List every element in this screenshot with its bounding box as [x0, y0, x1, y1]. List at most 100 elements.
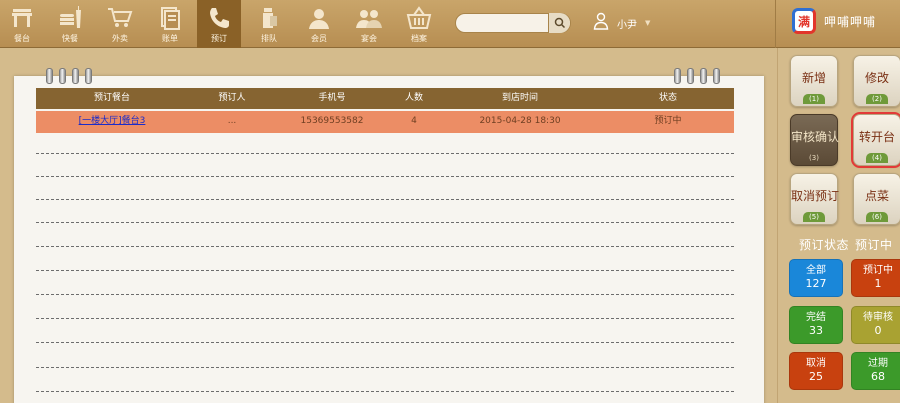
search-button[interactable]: [548, 13, 570, 33]
button-label: 新增: [801, 71, 826, 85]
current-status: 预订中: [855, 238, 893, 252]
chevron-down-icon: ▼: [645, 19, 651, 27]
notebook-rings-left: [46, 68, 92, 84]
table-icon: [8, 3, 36, 33]
ruled-line: [36, 270, 734, 271]
member-icon: [305, 3, 333, 33]
column-header[interactable]: 预订人: [218, 88, 245, 109]
search-input[interactable]: [462, 15, 548, 31]
nav-label: 宴会: [361, 34, 377, 43]
column-header[interactable]: 状态: [659, 88, 677, 109]
nav-label: 预订: [211, 34, 227, 43]
user-icon: [593, 12, 609, 34]
shortcut-badge: (4): [866, 153, 888, 163]
column-header[interactable]: 手机号: [318, 88, 345, 109]
ruled-line: [36, 367, 734, 368]
nav-label: 餐台: [14, 34, 30, 43]
filter-all[interactable]: 全部 127: [789, 259, 843, 297]
ruled-line: [36, 318, 734, 319]
filter-count: 1: [874, 277, 882, 290]
nav-item-takeout[interactable]: 外卖: [98, 0, 142, 48]
approve-confirm-button[interactable]: 审核确认 (3): [790, 114, 840, 166]
nav-item-reservation[interactable]: 预订: [197, 0, 241, 48]
nav-item-member[interactable]: 会员: [297, 0, 341, 48]
shortcut-badge: (6): [866, 212, 888, 222]
ring: [46, 68, 53, 84]
button-label: 点菜: [864, 189, 889, 203]
ring: [674, 68, 681, 84]
ring: [72, 68, 79, 84]
banquet-icon: [355, 3, 383, 33]
ruled-line: [36, 294, 734, 295]
filter-count: 127: [805, 277, 827, 290]
brand-name: 呷哺呷哺: [824, 14, 877, 29]
filter-count: 25: [809, 370, 823, 383]
nav-label: 会员: [311, 34, 327, 43]
filter-count: 68: [871, 370, 885, 383]
brand-logo: 满: [792, 8, 816, 34]
column-header[interactable]: 预订餐台: [94, 88, 130, 109]
ruled-line: [36, 246, 734, 247]
shortcut-badge: (3): [809, 154, 819, 162]
ring: [85, 68, 92, 84]
nav-item-banquet[interactable]: 宴会: [347, 0, 391, 48]
reservation-time: 2015-04-28 18:30: [479, 116, 561, 126]
search-icon: [554, 14, 566, 33]
filter-count: 33: [809, 324, 823, 337]
reservation-table-link[interactable]: [一楼大厅]餐台3: [79, 111, 146, 132]
ruled-line: [36, 391, 734, 392]
notebook-rings-right: [674, 68, 720, 84]
ring: [687, 68, 694, 84]
order-dishes-button[interactable]: 点菜 (6): [853, 173, 900, 225]
ring: [713, 68, 720, 84]
button-label: 审核确认: [791, 130, 840, 144]
nav-item-bill[interactable]: 账单: [148, 0, 192, 48]
shortcut-badge: (5): [803, 212, 825, 222]
ring: [59, 68, 66, 84]
shortcut-badge: (2): [866, 94, 888, 104]
filter-label: 过期: [868, 358, 888, 369]
convert-to-table-button[interactable]: 转开台 (4): [851, 112, 900, 168]
filter-expired[interactable]: 过期 68: [851, 352, 900, 390]
column-header[interactable]: 到店时间: [502, 88, 538, 109]
nav-label: 快餐: [62, 34, 78, 43]
filter-label: 待审核: [863, 312, 893, 323]
top-nav-bar: 餐台 快餐 外卖 账单 预订 排队 会员 宴会 档案 小尹 ▼ 满 呷哺呷哺: [0, 0, 900, 48]
ruled-line: [36, 153, 734, 154]
nav-item-queue[interactable]: 排队: [247, 0, 291, 48]
filter-reserved[interactable]: 预订中 1: [851, 259, 900, 297]
cancel-reservation-button[interactable]: 取消预订 (5): [790, 173, 840, 225]
nav-label: 账单: [162, 34, 178, 43]
nav-label: 外卖: [112, 34, 128, 43]
brand: 满 呷哺呷哺: [792, 8, 876, 34]
reservation-status-heading: 预订状态 预订中: [799, 236, 893, 253]
button-label: 转开台: [858, 130, 895, 144]
filter-completed[interactable]: 完结 33: [789, 306, 843, 344]
add-button[interactable]: 新增 (1): [790, 55, 838, 107]
reservation-phone: 15369553582: [300, 116, 364, 126]
filter-label: 全部: [806, 265, 826, 276]
filter-pending-review[interactable]: 待审核 0: [851, 306, 900, 344]
nav-item-archive[interactable]: 档案: [397, 0, 441, 48]
button-label: 取消预订: [791, 189, 840, 203]
ring: [700, 68, 707, 84]
button-label: 修改: [864, 71, 889, 85]
user-name: 小尹: [617, 19, 637, 31]
basket-icon: [405, 3, 433, 33]
column-header[interactable]: 人数: [405, 88, 423, 109]
nav-item-fastfood[interactable]: 快餐: [48, 0, 92, 48]
divider: [775, 0, 776, 48]
table-row[interactable]: [一楼大厅]餐台3 ... 15369553582 4 2015-04-28 1…: [36, 111, 734, 133]
status-title: 预订状态: [799, 238, 850, 252]
fastfood-icon: [56, 3, 84, 33]
nav-item-table[interactable]: 餐台: [0, 0, 44, 48]
nav-label: 排队: [261, 34, 277, 43]
filter-label: 预订中: [863, 265, 893, 276]
cart-icon: [106, 3, 134, 33]
ruled-line: [36, 222, 734, 223]
filter-cancelled[interactable]: 取消 25: [789, 352, 843, 390]
user-menu[interactable]: 小尹 ▼: [593, 12, 650, 34]
divider: [777, 48, 778, 403]
edit-button[interactable]: 修改 (2): [853, 55, 900, 107]
queue-icon: [255, 3, 283, 33]
